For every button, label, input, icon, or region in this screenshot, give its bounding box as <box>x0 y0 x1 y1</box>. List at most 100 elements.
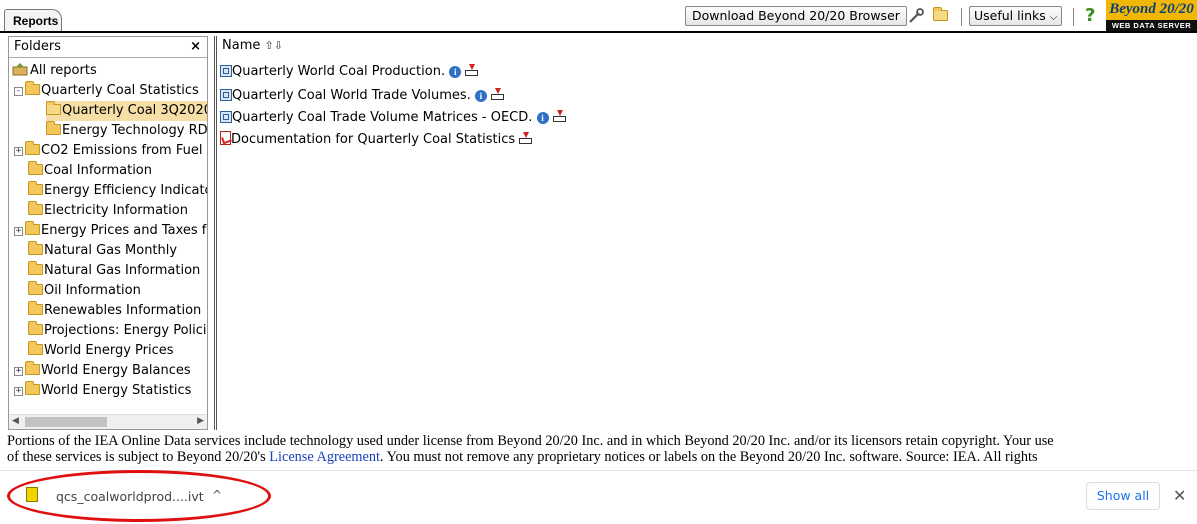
folder-icon <box>28 181 43 195</box>
tree-label: Quarterly Coal Statistics <box>41 83 199 98</box>
beyond2020-logo[interactable]: Beyond 20/20 WEB DATA SERVER <box>1106 0 1197 31</box>
close-icon[interactable]: ✕ <box>1173 486 1186 505</box>
folder-icon <box>25 221 40 235</box>
report-icon <box>220 89 232 101</box>
file-row[interactable]: Quarterly World Coal Production. i <box>220 62 479 82</box>
footer-text: of these services is subject to Beyond 2… <box>7 449 270 465</box>
file-link[interactable]: Quarterly Coal Trade Volume Matrices - O… <box>232 110 532 125</box>
scroll-left-icon[interactable]: ◀ <box>12 416 19 426</box>
download-icon[interactable] <box>552 110 566 122</box>
name-header-label: Name <box>222 38 261 53</box>
scroll-right-icon[interactable]: ▶ <box>197 416 204 426</box>
tree-item-energy-technology-rd[interactable]: Energy Technology RD <box>46 121 207 141</box>
download-icon[interactable] <box>491 88 505 100</box>
expand-icon[interactable]: + <box>14 387 23 396</box>
tree-item-oil-information[interactable]: Oil Information <box>28 281 141 301</box>
tree-item-co2-emissions[interactable]: + CO2 Emissions from Fuel <box>14 141 202 161</box>
tree-label: Oil Information <box>44 283 141 298</box>
folder-icon <box>25 81 40 95</box>
folder-icon <box>28 321 43 335</box>
license-agreement-link[interactable]: License Agreement <box>269 449 380 465</box>
info-icon[interactable]: i <box>536 112 549 124</box>
logo-subtitle: WEB DATA SERVER <box>1106 20 1197 31</box>
expand-icon[interactable]: + <box>14 227 23 236</box>
tree-item-natural-gas-information[interactable]: Natural Gas Information <box>28 261 200 281</box>
footer-line: of these services is subject to Beyond 2… <box>7 449 1193 465</box>
show-all-button[interactable]: Show all <box>1086 482 1160 510</box>
tree-label: Electricity Information <box>44 203 188 218</box>
tree-item-quarterly-coal-statistics[interactable]: - Quarterly Coal Statistics <box>14 81 199 101</box>
tree-label: Energy Efficiency Indicato <box>44 183 207 198</box>
report-icon <box>220 111 232 123</box>
tab-reports[interactable]: Reports <box>4 9 62 31</box>
tree-item-projections[interactable]: Projections: Energy Polici <box>28 321 207 341</box>
download-icon[interactable] <box>465 64 479 76</box>
tree-label: Renewables Information <box>44 303 202 318</box>
folders-header: Folders × <box>9 37 207 58</box>
file-row[interactable]: Quarterly Coal Trade Volume Matrices - O… <box>220 108 566 128</box>
tree-label: Energy Prices and Taxes f <box>41 223 207 238</box>
tree-label: World Energy Statistics <box>41 383 192 398</box>
folder-icon <box>28 281 43 295</box>
chevron-down-icon: ⌵ <box>1049 12 1058 23</box>
license-footer: Portions of the IEA Online Data services… <box>7 433 1193 466</box>
folder-icon <box>28 301 43 315</box>
footer-line: Portions of the IEA Online Data services… <box>7 433 1054 449</box>
folder-icon <box>25 141 40 155</box>
toolbar-separator <box>1073 8 1074 26</box>
tree-item-natural-gas-monthly[interactable]: Natural Gas Monthly <box>28 241 177 261</box>
file-link[interactable]: Quarterly World Coal Production. <box>232 64 445 79</box>
footer-text: . You must not remove any proprietary no… <box>380 449 1038 465</box>
expand-icon[interactable]: + <box>14 147 23 156</box>
tree-item-all-reports[interactable]: All reports <box>12 61 97 81</box>
folder-icon <box>25 361 40 375</box>
tree-item-coal-information[interactable]: Coal Information <box>28 161 152 181</box>
toolbar-divider-line <box>0 31 1197 33</box>
file-row[interactable]: Documentation for Quarterly Coal Statist… <box>220 130 533 150</box>
annotation-ellipse <box>7 470 271 522</box>
folder-icon <box>28 341 43 355</box>
tree-item-energy-efficiency[interactable]: Energy Efficiency Indicato <box>28 181 207 201</box>
logo-title: Beyond 20/20 <box>1109 1 1194 17</box>
tree-label: World Energy Prices <box>44 343 174 358</box>
tree-item-world-energy-statistics[interactable]: + World Energy Statistics <box>14 381 191 401</box>
name-column-header[interactable]: Name ⇧⇩ <box>222 36 283 56</box>
top-toolbar: Reports Download Beyond 20/20 Browser Us… <box>0 0 1197 33</box>
folders-title: Folders <box>14 39 61 54</box>
tree-label: All reports <box>30 63 97 78</box>
scrollbar-thumb[interactable] <box>25 417 107 427</box>
sort-arrows-icon[interactable]: ⇧⇩ <box>265 39 283 52</box>
tree-item-energy-prices-taxes[interactable]: + Energy Prices and Taxes f <box>14 221 206 241</box>
file-row[interactable]: Quarterly Coal World Trade Volumes. i <box>220 86 505 106</box>
tree-item-quarterly-coal-3q2020[interactable]: Quarterly Coal 3Q2020 <box>46 101 207 121</box>
folder-icon <box>28 201 43 215</box>
wrench-icon[interactable] <box>907 7 925 25</box>
tree-item-world-energy-prices[interactable]: World Energy Prices <box>28 341 174 361</box>
horizontal-scrollbar[interactable]: ◀ ▶ <box>9 414 207 429</box>
download-browser-button[interactable]: Download Beyond 20/20 Browser <box>685 6 907 26</box>
download-icon[interactable] <box>519 132 533 144</box>
close-icon[interactable]: × <box>190 37 201 57</box>
folder-icon <box>28 241 43 255</box>
expand-icon[interactable]: + <box>14 367 23 376</box>
useful-links-label: Useful links <box>974 8 1046 23</box>
info-icon[interactable]: i <box>449 66 462 78</box>
collapse-icon[interactable]: - <box>14 87 23 96</box>
info-icon[interactable]: i <box>474 90 487 102</box>
file-link[interactable]: Documentation for Quarterly Coal Statist… <box>231 132 515 147</box>
folder-icon <box>28 261 43 275</box>
tree-label: Coal Information <box>44 163 152 178</box>
folder-icon <box>28 161 43 175</box>
file-link[interactable]: Quarterly Coal World Trade Volumes. <box>232 88 471 103</box>
pane-splitter[interactable] <box>214 36 217 430</box>
tree-item-world-energy-balances[interactable]: + World Energy Balances <box>14 361 191 381</box>
tree-item-electricity-information[interactable]: Electricity Information <box>28 201 188 221</box>
help-icon[interactable]: ? <box>1085 5 1095 26</box>
folder-open-icon[interactable] <box>933 7 949 24</box>
tree-item-renewables-information[interactable]: Renewables Information <box>28 301 201 321</box>
folders-pane: Folders × All reports - Quarterly Coal St… <box>8 36 208 430</box>
tree-label: Projections: Energy Polici <box>44 323 207 338</box>
useful-links-select[interactable]: Useful links ⌵ <box>969 6 1063 26</box>
folder-open-icon <box>46 101 61 115</box>
report-icon <box>220 65 232 77</box>
